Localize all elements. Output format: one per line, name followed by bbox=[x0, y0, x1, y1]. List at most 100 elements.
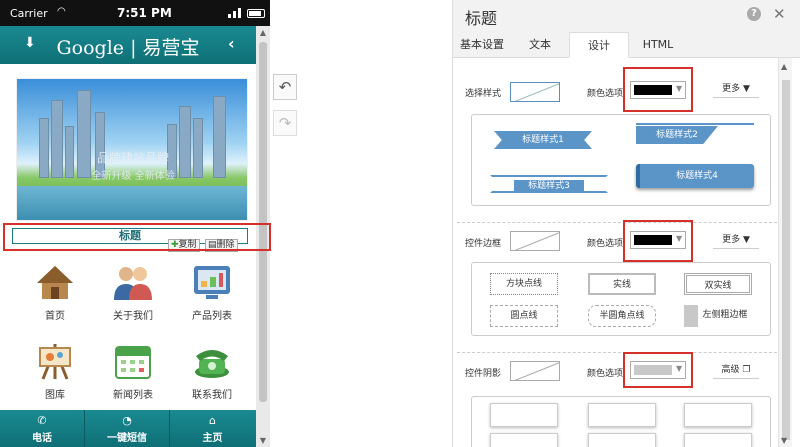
tab-basic-settings[interactable]: 基本设置 bbox=[453, 32, 511, 58]
nav-label-home: 首页 bbox=[45, 311, 65, 322]
screen-icon bbox=[192, 263, 232, 301]
color-highlight-3 bbox=[623, 352, 693, 388]
banner-subline: 全新升级 全新体验 bbox=[91, 171, 175, 182]
nav-label-news: 新闻列表 bbox=[113, 390, 153, 401]
scroll-down-icon[interactable]: ▼ bbox=[781, 436, 787, 445]
battery-icon bbox=[247, 9, 265, 18]
shadow-style-2[interactable] bbox=[588, 403, 656, 427]
calendar-icon bbox=[113, 342, 153, 380]
title-style-4[interactable]: 标题样式4 bbox=[636, 164, 754, 188]
scroll-down-icon[interactable]: ▼ bbox=[259, 437, 267, 445]
panel-scrollbar[interactable]: ▲ ▼ bbox=[778, 58, 792, 447]
undo-button[interactable]: ↶ bbox=[273, 74, 297, 100]
tab-sms-label: 一键短信 bbox=[107, 433, 147, 444]
banner-image: 品牌建站品牌 全新升级 全新体验 bbox=[16, 78, 248, 221]
style-color-label: 颜色选项 bbox=[587, 89, 624, 99]
nav-item-gallery[interactable]: 图库 bbox=[15, 342, 95, 401]
border-row-label: 控件边框 bbox=[465, 239, 502, 249]
scroll-thumb[interactable] bbox=[782, 80, 790, 440]
border-half-round-dot[interactable]: 半圆角点线 bbox=[588, 305, 656, 327]
settings-panel: 标题 ? ✕ 基本设置 文本 设计 HTML 选择样式 颜色选项 ▼ 更多 ▼ … bbox=[452, 0, 800, 447]
chat-icon: ◔ bbox=[122, 414, 132, 427]
tab-home[interactable]: ⌂ 主页 bbox=[170, 410, 255, 447]
people-icon bbox=[113, 263, 153, 301]
title-style-3[interactable]: 标题样式3 bbox=[490, 175, 608, 193]
tab-design[interactable]: 设计 bbox=[569, 32, 629, 58]
shadow-style-5[interactable] bbox=[588, 433, 656, 447]
border-picker[interactable] bbox=[510, 231, 560, 251]
panel-title: 标题 bbox=[465, 9, 498, 28]
selected-module-highlight bbox=[3, 223, 271, 251]
style-2-rule bbox=[636, 123, 754, 125]
back-arrow-icon[interactable]: ‹ bbox=[228, 34, 235, 53]
panel-header: 标题 ? ✕ bbox=[453, 0, 800, 32]
signal-icon bbox=[228, 8, 241, 18]
shadow-style-6[interactable] bbox=[684, 433, 752, 447]
border-style-gallery: 方块点线 实线 双实线 圆点线 半圆角点线 左侧粗边框 bbox=[471, 262, 771, 336]
easel-icon bbox=[35, 342, 75, 380]
nav-label-about: 关于我们 bbox=[113, 311, 153, 322]
bottom-tab-bar: ✆ 电话 ◔ 一键短信 ⌂ 主页 bbox=[0, 410, 256, 447]
shadow-color-label: 颜色选项 bbox=[587, 369, 624, 379]
more-label: 更多 bbox=[722, 235, 741, 245]
advanced-label: 高级 bbox=[721, 365, 740, 375]
nav-item-news[interactable]: 新闻列表 bbox=[93, 342, 173, 401]
home-icon: ⌂ bbox=[209, 414, 216, 427]
nav-item-about[interactable]: 关于我们 bbox=[93, 263, 173, 322]
panel-tabs: 基本设置 文本 设计 HTML bbox=[453, 32, 800, 58]
redo-button[interactable]: ↷ bbox=[273, 110, 297, 136]
tab-html[interactable]: HTML bbox=[629, 32, 687, 58]
redo-icon: ↷ bbox=[278, 114, 292, 132]
wifi-icon: ◠ bbox=[57, 6, 66, 17]
shadow-style-4[interactable] bbox=[490, 433, 558, 447]
border-round-dot[interactable]: 圆点线 bbox=[490, 305, 558, 327]
phone-icon bbox=[192, 342, 232, 380]
help-icon[interactable]: ? bbox=[747, 7, 761, 21]
style-row-label: 选择样式 bbox=[465, 89, 502, 99]
nav-item-products[interactable]: 产品列表 bbox=[172, 263, 252, 322]
border-double[interactable]: 双实线 bbox=[684, 273, 752, 295]
border-more-button[interactable]: 更多 ▼ bbox=[713, 231, 759, 249]
tab-call-label: 电话 bbox=[32, 433, 52, 444]
shadow-style-1[interactable] bbox=[490, 403, 558, 427]
border-left-thick[interactable]: 左侧粗边框 bbox=[684, 305, 752, 327]
title-style-2[interactable]: 标题样式2 bbox=[636, 126, 718, 144]
banner-headline: 品牌建站品牌 bbox=[96, 151, 169, 165]
border-dotted-square[interactable]: 方块点线 bbox=[490, 273, 558, 295]
shadow-style-3[interactable] bbox=[684, 403, 752, 427]
tab-text[interactable]: 文本 bbox=[511, 32, 569, 58]
shadow-picker[interactable] bbox=[510, 361, 560, 381]
tab-sms[interactable]: ◔ 一键短信 bbox=[85, 410, 170, 447]
title-style-1[interactable]: 标题样式1 bbox=[494, 131, 592, 149]
shadow-advanced-button[interactable]: 高级 ❐ bbox=[713, 361, 759, 379]
more-label: 更多 bbox=[722, 84, 741, 94]
scroll-up-icon[interactable]: ▲ bbox=[781, 62, 787, 71]
close-icon[interactable]: ✕ bbox=[773, 5, 786, 23]
section-divider bbox=[457, 222, 777, 223]
nav-label-products: 产品列表 bbox=[192, 311, 232, 322]
tab-home-label: 主页 bbox=[202, 433, 223, 444]
shadow-row-label: 控件阴影 bbox=[465, 369, 502, 379]
color-highlight-1 bbox=[623, 67, 693, 112]
title-style-3-label: 标题样式3 bbox=[514, 180, 584, 192]
border-color-label: 颜色选项 bbox=[587, 239, 624, 249]
scroll-up-icon[interactable]: ▲ bbox=[259, 29, 267, 37]
border-solid[interactable]: 实线 bbox=[588, 273, 656, 295]
shadow-style-gallery bbox=[471, 396, 771, 447]
nav-item-contact[interactable]: 联系我们 bbox=[172, 342, 252, 401]
color-highlight-2 bbox=[623, 220, 693, 262]
nav-item-home[interactable]: 首页 bbox=[15, 263, 95, 322]
time-label: 7:51 PM bbox=[117, 6, 172, 20]
app-header: ⬇ Google | 易营宝 ‹ bbox=[0, 26, 256, 64]
status-bar: Carrier ◠ 7:51 PM bbox=[0, 0, 270, 26]
tab-call[interactable]: ✆ 电话 bbox=[0, 410, 85, 447]
brand-logo: Google | 易营宝 bbox=[56, 37, 200, 59]
scroll-thumb[interactable] bbox=[259, 42, 267, 402]
carrier-label: Carrier bbox=[10, 7, 48, 20]
phone-icon: ✆ bbox=[37, 414, 47, 427]
nav-label-gallery: 图库 bbox=[45, 390, 65, 401]
undo-icon: ↶ bbox=[278, 78, 292, 96]
house-icon bbox=[35, 263, 75, 301]
style-picker[interactable] bbox=[510, 82, 560, 102]
style-more-button[interactable]: 更多 ▼ bbox=[713, 80, 759, 98]
